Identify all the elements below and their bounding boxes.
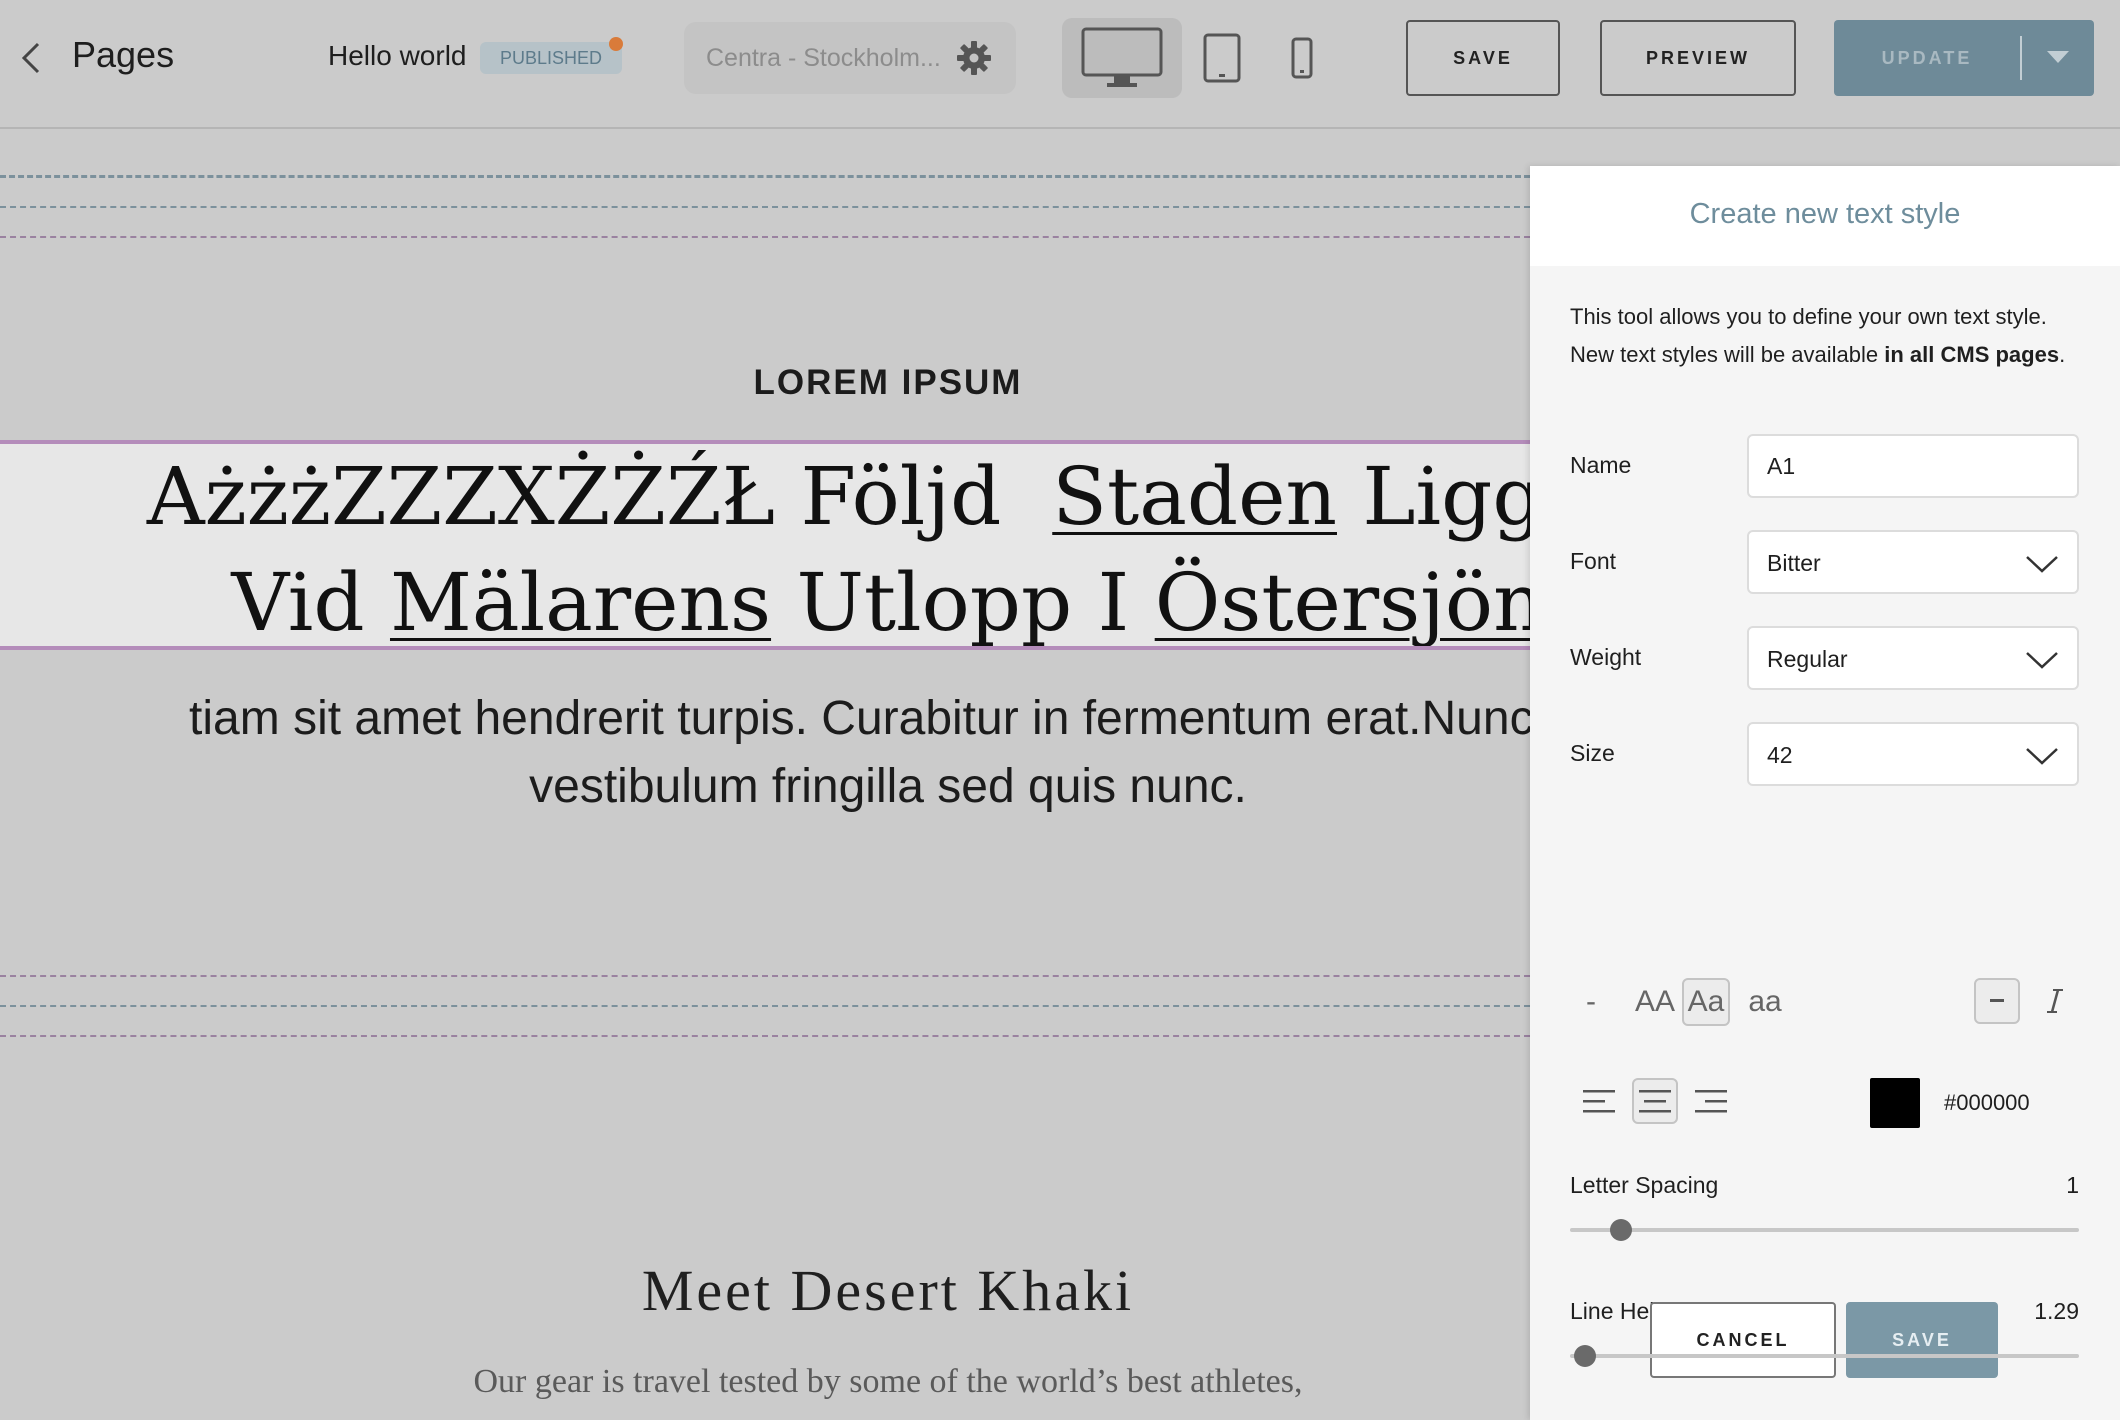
- line-height-slider-thumb[interactable]: [1574, 1345, 1597, 1367]
- section-guide: [0, 1005, 1530, 1007]
- save-style-button[interactable]: SAVE: [1846, 1302, 1998, 1378]
- letter-spacing-value: 1: [2066, 1172, 2079, 1198]
- italic-icon: [2047, 989, 2063, 1013]
- letter-spacing-slider-thumb[interactable]: [1609, 1219, 1632, 1241]
- panel-header: Create new text style: [1530, 166, 2120, 266]
- chevron-down-icon: [2026, 652, 2058, 669]
- body-line: vestibulum fringilla sed quis nunc.: [529, 760, 1247, 813]
- case-lower-button[interactable]: aa: [1738, 978, 1792, 1026]
- market-selector[interactable]: Centra - Stockholm...: [684, 22, 1016, 94]
- section-subtitle[interactable]: Our gear is travel tested by some of the…: [0, 1363, 1530, 1401]
- top-bar: Pages Hello world PUBLISHED Centra - Sto…: [0, 0, 2120, 129]
- headline[interactable]: AżżżZZZXŻŻŹŁ Följd Staden Ligger Vid Mäl…: [0, 444, 1530, 649]
- update-dropdown-button[interactable]: [2022, 20, 2094, 96]
- align-left-button[interactable]: [1576, 1078, 1622, 1124]
- color-swatch[interactable]: [1870, 1078, 1920, 1128]
- body-paragraph[interactable]: tiam sit amet hendrerit turpis. Curabitu…: [0, 685, 1530, 821]
- name-field[interactable]: [1747, 434, 2079, 498]
- letter-spacing-slider[interactable]: [1570, 1219, 2079, 1241]
- font-select[interactable]: Bitter: [1747, 530, 2079, 594]
- headline-text: Vid: [231, 556, 390, 649]
- eyebrow-heading[interactable]: LOREM IPSUM: [0, 363, 1530, 403]
- align-right-icon: [1695, 1090, 1727, 1113]
- gear-icon[interactable]: [954, 38, 994, 78]
- section-guide: [0, 206, 1530, 208]
- update-button[interactable]: UPDATE: [1834, 20, 2020, 96]
- align-right-button[interactable]: [1688, 1078, 1734, 1124]
- font-value: Bitter: [1767, 550, 1821, 576]
- text-style-panel: Create new text style This tool allows y…: [1530, 166, 2120, 1420]
- align-center-icon: [1639, 1090, 1671, 1113]
- device-tablet-button[interactable]: [1182, 18, 1262, 98]
- section-guide: [0, 236, 1530, 238]
- panel-description: This tool allows you to define your own …: [1570, 298, 2090, 374]
- case-capitalize-button[interactable]: Aa: [1682, 978, 1730, 1026]
- case-upper-button[interactable]: AA: [1628, 978, 1682, 1026]
- description-bold: in all CMS pages: [1884, 342, 2060, 367]
- headline-text: AżżżZZZXŻŻŹŁ Följd: [146, 450, 1053, 543]
- underlined-word: Östersjön: [1154, 556, 1530, 649]
- weight-value: Regular: [1767, 646, 1848, 672]
- letter-spacing-label: Letter Spacing: [1570, 1172, 1719, 1198]
- cancel-button[interactable]: CANCEL: [1650, 1302, 1836, 1378]
- unsaved-dot: [609, 37, 623, 51]
- desktop-icon: [1081, 27, 1163, 87]
- device-desktop-button[interactable]: [1062, 18, 1182, 98]
- color-hex-value[interactable]: #000000: [1944, 1090, 2030, 1116]
- chevron-down-icon: [2026, 748, 2058, 765]
- size-label: Size: [1570, 740, 1615, 766]
- size-select[interactable]: 42: [1747, 722, 2079, 786]
- weight-select[interactable]: Regular: [1747, 626, 2079, 690]
- size-value: 42: [1767, 742, 1793, 768]
- case-none-button[interactable]: -: [1574, 978, 1608, 1026]
- minus-icon: [1990, 999, 2004, 1002]
- align-left-icon: [1583, 1090, 1615, 1113]
- status-badge: PUBLISHED: [480, 42, 623, 74]
- page-canvas[interactable]: LOREM IPSUM AżżżZZZXŻŻŹŁ Följd Staden Li…: [0, 131, 1530, 1420]
- line-height-value: 1.29: [2034, 1298, 2079, 1324]
- chevron-left-icon[interactable]: [12, 38, 52, 78]
- save-button[interactable]: SAVE: [1406, 20, 1560, 96]
- headline-line-2: Vid Mälarens Utlopp I Östersjön: [0, 550, 1530, 649]
- name-input[interactable]: [1749, 436, 2077, 496]
- headline-text: Ligger: [1362, 450, 1530, 543]
- page-title: Pages: [72, 34, 175, 75]
- panel-title: Create new text style: [1689, 198, 1961, 230]
- tablet-icon: [1203, 33, 1241, 83]
- section-guide: [0, 975, 1530, 977]
- weight-label: Weight: [1570, 644, 1642, 670]
- selected-text-block[interactable]: AżżżZZZXŻŻŹŁ Följd Staden Ligger Vid Mäl…: [0, 440, 1530, 650]
- section-guide: [0, 1035, 1530, 1037]
- market-label: Centra - Stockholm...: [706, 44, 941, 72]
- italic-button[interactable]: [2032, 978, 2078, 1024]
- chevron-down-icon: [2026, 556, 2058, 573]
- section-title[interactable]: Meet Desert Khaki: [0, 1257, 1530, 1324]
- underlined-word: Staden: [1052, 450, 1337, 543]
- section-guide: [0, 175, 1530, 178]
- align-center-button[interactable]: [1632, 1078, 1678, 1124]
- decoration-button[interactable]: [1974, 978, 2020, 1024]
- preview-button[interactable]: PREVIEW: [1600, 20, 1796, 96]
- headline-text: Utlopp I: [771, 556, 1155, 649]
- caret-down-icon: [2047, 51, 2069, 63]
- mobile-icon: [1291, 37, 1313, 79]
- headline-line-1: AżżżZZZXŻŻŹŁ Följd Staden Ligger: [0, 444, 1530, 550]
- body-line: tiam sit amet hendrerit turpis. Curabitu…: [189, 692, 1530, 745]
- device-mobile-button[interactable]: [1262, 18, 1342, 98]
- underlined-word: Mälarens: [389, 556, 772, 649]
- line-height-slider[interactable]: [1570, 1345, 2079, 1367]
- name-label: Name: [1570, 452, 1632, 478]
- current-page-name: Hello world: [328, 40, 467, 71]
- update-split-button: UPDATE: [1834, 20, 2094, 96]
- description-text: .: [2059, 342, 2066, 367]
- font-label: Font: [1570, 548, 1617, 574]
